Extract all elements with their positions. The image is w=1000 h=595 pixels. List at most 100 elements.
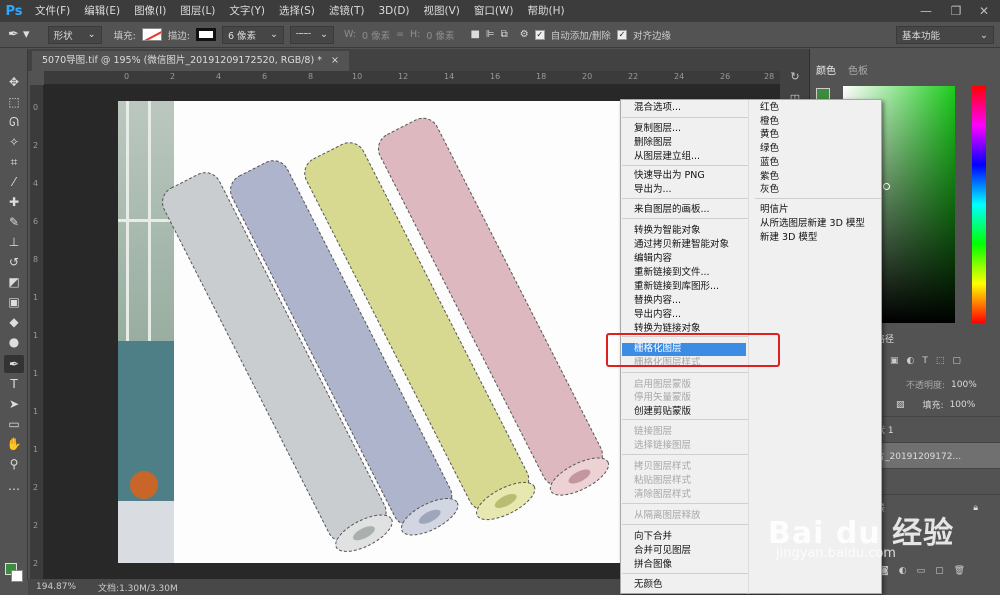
healing-tool-icon[interactable]: ✚ <box>4 193 24 211</box>
menu-type[interactable]: 文字(Y) <box>222 0 272 22</box>
height-value[interactable]: 0 像素 <box>426 28 454 42</box>
context-menu-item[interactable]: 替换内容... <box>634 295 681 307</box>
close-icon[interactable]: ✕ <box>970 0 998 22</box>
menu-help[interactable]: 帮助(H) <box>521 0 572 22</box>
context-menu-item[interactable]: 明信片 <box>760 204 789 216</box>
context-menu-item[interactable]: 编辑内容 <box>634 253 672 265</box>
background-color-swatch[interactable] <box>11 570 23 582</box>
menu-view[interactable]: 视图(V) <box>417 0 467 22</box>
maximize-icon[interactable]: ❐ <box>942 0 970 22</box>
blur-tool-icon[interactable]: ◆ <box>4 313 24 331</box>
zoom-level[interactable]: 194.87% <box>36 582 76 592</box>
document-canvas[interactable] <box>118 101 622 563</box>
history-brush-icon[interactable]: ↺ <box>4 253 24 271</box>
pen-tool-icon[interactable]: ✒ <box>4 355 24 373</box>
context-menu-item[interactable]: 快速导出为 PNG <box>634 170 705 182</box>
color-picker-handle[interactable] <box>883 183 890 190</box>
move-tool-icon[interactable]: ✥ <box>4 73 24 91</box>
label-color-item[interactable]: 橙色 <box>760 116 779 128</box>
zoom-tool-icon[interactable]: ⚲ <box>4 455 24 473</box>
lasso-tool-icon[interactable]: ᘏ <box>4 113 24 131</box>
menu-layer[interactable]: 图层(L) <box>173 0 222 22</box>
context-menu-item[interactable]: 混合选项... <box>634 102 681 114</box>
path-arrangement-icon[interactable]: ⧉ <box>501 29 508 40</box>
context-menu-item[interactable]: 导出内容... <box>634 309 681 321</box>
marquee-tool-icon[interactable]: ⬚ <box>4 93 24 111</box>
context-menu-item[interactable]: 创建剪贴蒙版 <box>634 406 691 418</box>
tool-mode-select[interactable]: 形状 ⌄ <box>47 25 102 44</box>
context-menu-item[interactable]: 导出为... <box>634 184 672 196</box>
eraser-tool-icon[interactable]: ◩ <box>4 273 24 291</box>
close-icon[interactable]: × <box>331 55 339 66</box>
document-tab[interactable]: 5070导图.tif @ 195% (微信图片_20191209172520, … <box>32 51 349 71</box>
pen-tool-preset-icon[interactable]: ✒ ▾ <box>8 27 30 42</box>
stroke-swatch[interactable] <box>195 28 216 41</box>
path-alignment-icon[interactable]: ⊫ <box>486 29 495 40</box>
more-tools-icon[interactable]: … <box>4 477 24 495</box>
trash-icon[interactable]: 🗑︎ <box>954 566 965 576</box>
menu-select[interactable]: 选择(S) <box>272 0 322 22</box>
context-menu-item[interactable]: 删除图层 <box>634 137 672 149</box>
context-menu-item[interactable]: 新建 3D 模型 <box>760 232 817 244</box>
gear-icon[interactable]: ⚙ <box>520 29 529 40</box>
menu-edit[interactable]: 编辑(E) <box>77 0 127 22</box>
menu-3d[interactable]: 3D(D) <box>371 0 416 22</box>
type-filter-icon[interactable]: T <box>922 356 928 366</box>
stamp-tool-icon[interactable]: ⊥ <box>4 233 24 251</box>
menu-filter[interactable]: 滤镜(T) <box>322 0 372 22</box>
context-menu-item[interactable]: 合并可见图层 <box>634 545 691 557</box>
path-operations-icon[interactable]: ■ <box>470 29 479 40</box>
menu-file[interactable]: 文件(F) <box>28 0 77 22</box>
type-tool-icon[interactable]: T <box>4 375 24 393</box>
label-color-item[interactable]: 绿色 <box>760 143 779 155</box>
label-color-item[interactable]: 灰色 <box>760 184 779 196</box>
vertical-ruler[interactable]: 0 2 4 6 8 1 1 1 1 1 2 2 2 <box>30 85 44 579</box>
link-icon[interactable]: ∞ <box>396 29 404 40</box>
hue-slider[interactable] <box>972 86 986 323</box>
align-edges-checkbox[interactable]: ✓ <box>616 29 627 40</box>
shape-filter-icon[interactable]: ⬚ <box>936 356 945 366</box>
hand-tool-icon[interactable]: ✋ <box>4 435 24 453</box>
smart-object-filter-icon[interactable]: ▢ <box>952 356 961 366</box>
brush-tool-icon[interactable]: ✎ <box>4 213 24 231</box>
label-color-item[interactable]: 红色 <box>760 102 779 114</box>
context-menu-item[interactable]: 转换为智能对象 <box>634 225 701 237</box>
minimize-icon[interactable]: — <box>912 0 940 22</box>
history-panel-icon[interactable]: ↻ <box>785 67 805 85</box>
new-layer-icon[interactable]: ▢ <box>935 566 944 576</box>
horizontal-ruler[interactable]: 0 2 4 6 8 10 12 14 16 18 20 22 24 26 28 <box>44 71 780 85</box>
fill-value[interactable]: 100% <box>950 400 976 410</box>
menu-window[interactable]: 窗口(W) <box>467 0 521 22</box>
context-menu-item[interactable]: 向下合并 <box>634 531 672 543</box>
label-color-item[interactable]: 蓝色 <box>760 157 779 169</box>
fill-swatch[interactable] <box>141 28 162 41</box>
rectangle-tool-icon[interactable]: ▭ <box>4 415 24 433</box>
context-menu-item[interactable]: 通过拷贝新建智能对象 <box>634 239 729 251</box>
context-menu-item[interactable]: 无颜色 <box>634 579 663 591</box>
auto-add-delete-checkbox[interactable]: ✓ <box>534 29 545 40</box>
stroke-type-select[interactable]: ╌╌╌ ⌄ <box>289 25 334 44</box>
menu-image[interactable]: 图像(I) <box>127 0 173 22</box>
opacity-value[interactable]: 100% <box>951 380 977 390</box>
lock-icon[interactable]: ▨ <box>896 400 905 410</box>
path-selection-icon[interactable]: ➤ <box>4 395 24 413</box>
tab-color[interactable]: 颜色 <box>816 62 836 77</box>
context-menu-item[interactable]: 复制图层... <box>634 123 681 135</box>
dodge-tool-icon[interactable]: ● <box>4 333 24 351</box>
context-menu-item[interactable]: 从所选图层新建 3D 模型 <box>760 218 865 230</box>
label-color-item[interactable]: 黄色 <box>760 129 779 141</box>
magic-wand-tool-icon[interactable]: ✧ <box>4 133 24 151</box>
folder-icon[interactable]: ▭ <box>917 566 926 576</box>
width-value[interactable]: 0 像素 <box>362 28 390 42</box>
context-menu-item[interactable]: 重新链接到文件... <box>634 267 710 279</box>
eyedropper-tool-icon[interactable]: ⁄ <box>4 173 24 191</box>
label-color-item[interactable]: 紫色 <box>760 171 779 183</box>
tab-swatches[interactable]: 色板 <box>848 62 868 77</box>
context-menu-item[interactable]: 拼合图像 <box>634 559 672 571</box>
stroke-size-field[interactable]: 6 像素 ⌄ <box>221 25 284 44</box>
context-menu-item[interactable]: 重新链接到库图形... <box>634 281 719 293</box>
adjustment-layer-icon[interactable]: ◐ <box>899 566 907 576</box>
context-menu-item[interactable]: 从图层建立组... <box>634 151 700 163</box>
crop-tool-icon[interactable]: ⌗ <box>4 153 24 171</box>
adjustment-filter-icon[interactable]: ◐ <box>907 356 915 366</box>
